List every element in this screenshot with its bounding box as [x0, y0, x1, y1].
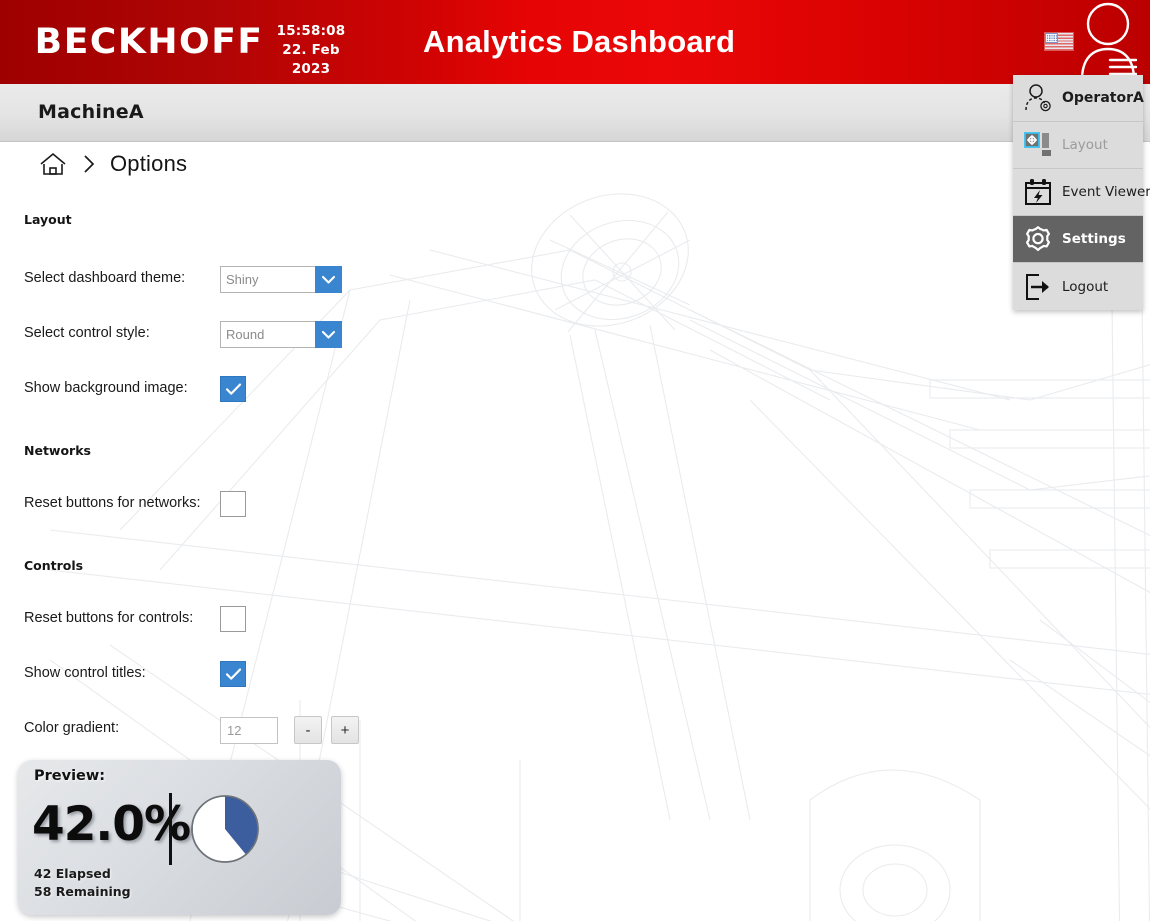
menu-item-logout[interactable]: Logout	[1013, 263, 1143, 310]
machine-bar: MachineA	[0, 84, 1150, 142]
user-menu-dropdown: OperatorA Layout Event Viewer Settings L…	[1013, 75, 1150, 310]
dashboard-page: BECKHOFF 15:58:08 22. Feb 2023 Analytics…	[0, 0, 1150, 921]
checkbox-reset-buttons-networks[interactable]	[220, 491, 246, 517]
control-control-style: Round	[220, 321, 342, 348]
breadcrumb-title: Options	[110, 151, 188, 176]
menu-item-operator[interactable]: OperatorA	[1013, 75, 1144, 122]
preview-pie-chart	[190, 794, 260, 864]
label-color-gradient: Color gradient:	[24, 720, 120, 736]
header-clock: 15:58:08 22. Feb 2023	[263, 22, 359, 79]
control-show-background-image	[220, 376, 246, 402]
menu-item-settings[interactable]: Settings	[1013, 216, 1143, 263]
row-dashboard-theme: Select dashboard theme: Shiny	[24, 266, 584, 296]
color-gradient-stepper: 12 - +	[220, 716, 359, 744]
machine-name: MachineA	[38, 101, 144, 123]
menu-item-event-viewer-label: Event Viewer	[1062, 184, 1150, 200]
clock-time: 15:58:08	[276, 23, 346, 39]
group-title-networks: Networks	[24, 443, 91, 458]
menu-item-layout-label: Layout	[1062, 137, 1108, 153]
breadcrumb: Options	[38, 146, 187, 182]
control-reset-buttons-networks	[220, 491, 246, 517]
row-reset-buttons-controls: Reset buttons for controls:	[24, 606, 584, 636]
us-flag-icon[interactable]	[1044, 32, 1074, 51]
group-title-controls: Controls	[24, 558, 84, 573]
clock-date: 22. Feb 2023	[282, 42, 340, 77]
control-reset-buttons-controls	[220, 606, 246, 632]
chevron-down-icon[interactable]	[315, 321, 342, 348]
control-color-gradient: 12 - +	[220, 716, 359, 744]
control-show-control-titles	[220, 661, 246, 687]
logout-arrow-icon	[1023, 272, 1053, 302]
label-show-control-titles: Show control titles:	[24, 665, 146, 681]
control-dashboard-theme: Shiny	[220, 266, 342, 293]
flag-canton	[1045, 33, 1058, 43]
select-dashboard-theme[interactable]: Shiny	[220, 266, 342, 293]
preview-divider	[169, 793, 172, 865]
layout-grid-icon	[1023, 130, 1053, 160]
row-color-gradient: Color gradient: 12 - +	[24, 716, 584, 746]
check-icon	[225, 668, 241, 680]
select-control-style[interactable]: Round	[220, 321, 342, 348]
menu-item-settings-label: Settings	[1062, 231, 1126, 247]
label-reset-buttons-networks: Reset buttons for networks:	[24, 495, 201, 511]
event-calendar-icon	[1023, 177, 1053, 207]
user-settings-icon	[1023, 83, 1053, 113]
check-icon	[225, 383, 241, 395]
chevron-down-icon[interactable]	[315, 266, 342, 293]
label-dashboard-theme: Select dashboard theme:	[24, 270, 186, 286]
select-dashboard-theme-value: Shiny	[220, 266, 316, 293]
gear-icon	[1023, 224, 1053, 254]
home-icon[interactable]	[38, 149, 68, 179]
menu-item-event-viewer[interactable]: Event Viewer	[1013, 169, 1150, 216]
menu-item-layout[interactable]: Layout	[1013, 122, 1143, 169]
checkbox-show-background-image[interactable]	[220, 376, 246, 402]
menu-item-operator-label: OperatorA	[1062, 90, 1144, 106]
preview-card: Preview: 42.0% 42 Elapsed 58 Remaining	[18, 760, 341, 915]
row-control-style: Select control style: Round	[24, 321, 584, 351]
label-reset-buttons-controls: Reset buttons for controls:	[24, 610, 194, 626]
chevron-right-icon	[82, 153, 96, 175]
app-header: BECKHOFF 15:58:08 22. Feb 2023 Analytics…	[0, 0, 1150, 84]
row-reset-buttons-networks: Reset buttons for networks:	[24, 491, 584, 521]
preview-remaining-label: 58 Remaining	[34, 884, 131, 899]
menu-item-logout-label: Logout	[1062, 278, 1109, 295]
preview-percent: 42.0%	[32, 797, 191, 852]
preview-title: Preview:	[34, 768, 106, 784]
label-control-style: Select control style:	[24, 325, 150, 341]
preview-elapsed-label: 42 Elapsed	[34, 866, 111, 881]
checkbox-reset-buttons-controls[interactable]	[220, 606, 246, 632]
color-gradient-decrement-button[interactable]: -	[294, 716, 322, 744]
checkbox-show-control-titles[interactable]	[220, 661, 246, 687]
group-title-layout: Layout	[24, 212, 72, 227]
row-show-control-titles: Show control titles:	[24, 661, 584, 691]
user-avatar-icon[interactable]	[1078, 2, 1138, 81]
page-title: Analytics Dashboard	[423, 24, 736, 59]
label-show-background-image: Show background image:	[24, 380, 188, 396]
beckhoff-logo: BECKHOFF	[34, 22, 264, 62]
select-control-style-value: Round	[220, 321, 316, 348]
row-show-background-image: Show background image:	[24, 376, 584, 406]
color-gradient-increment-button[interactable]: +	[331, 716, 359, 744]
color-gradient-input[interactable]: 12	[220, 716, 278, 744]
